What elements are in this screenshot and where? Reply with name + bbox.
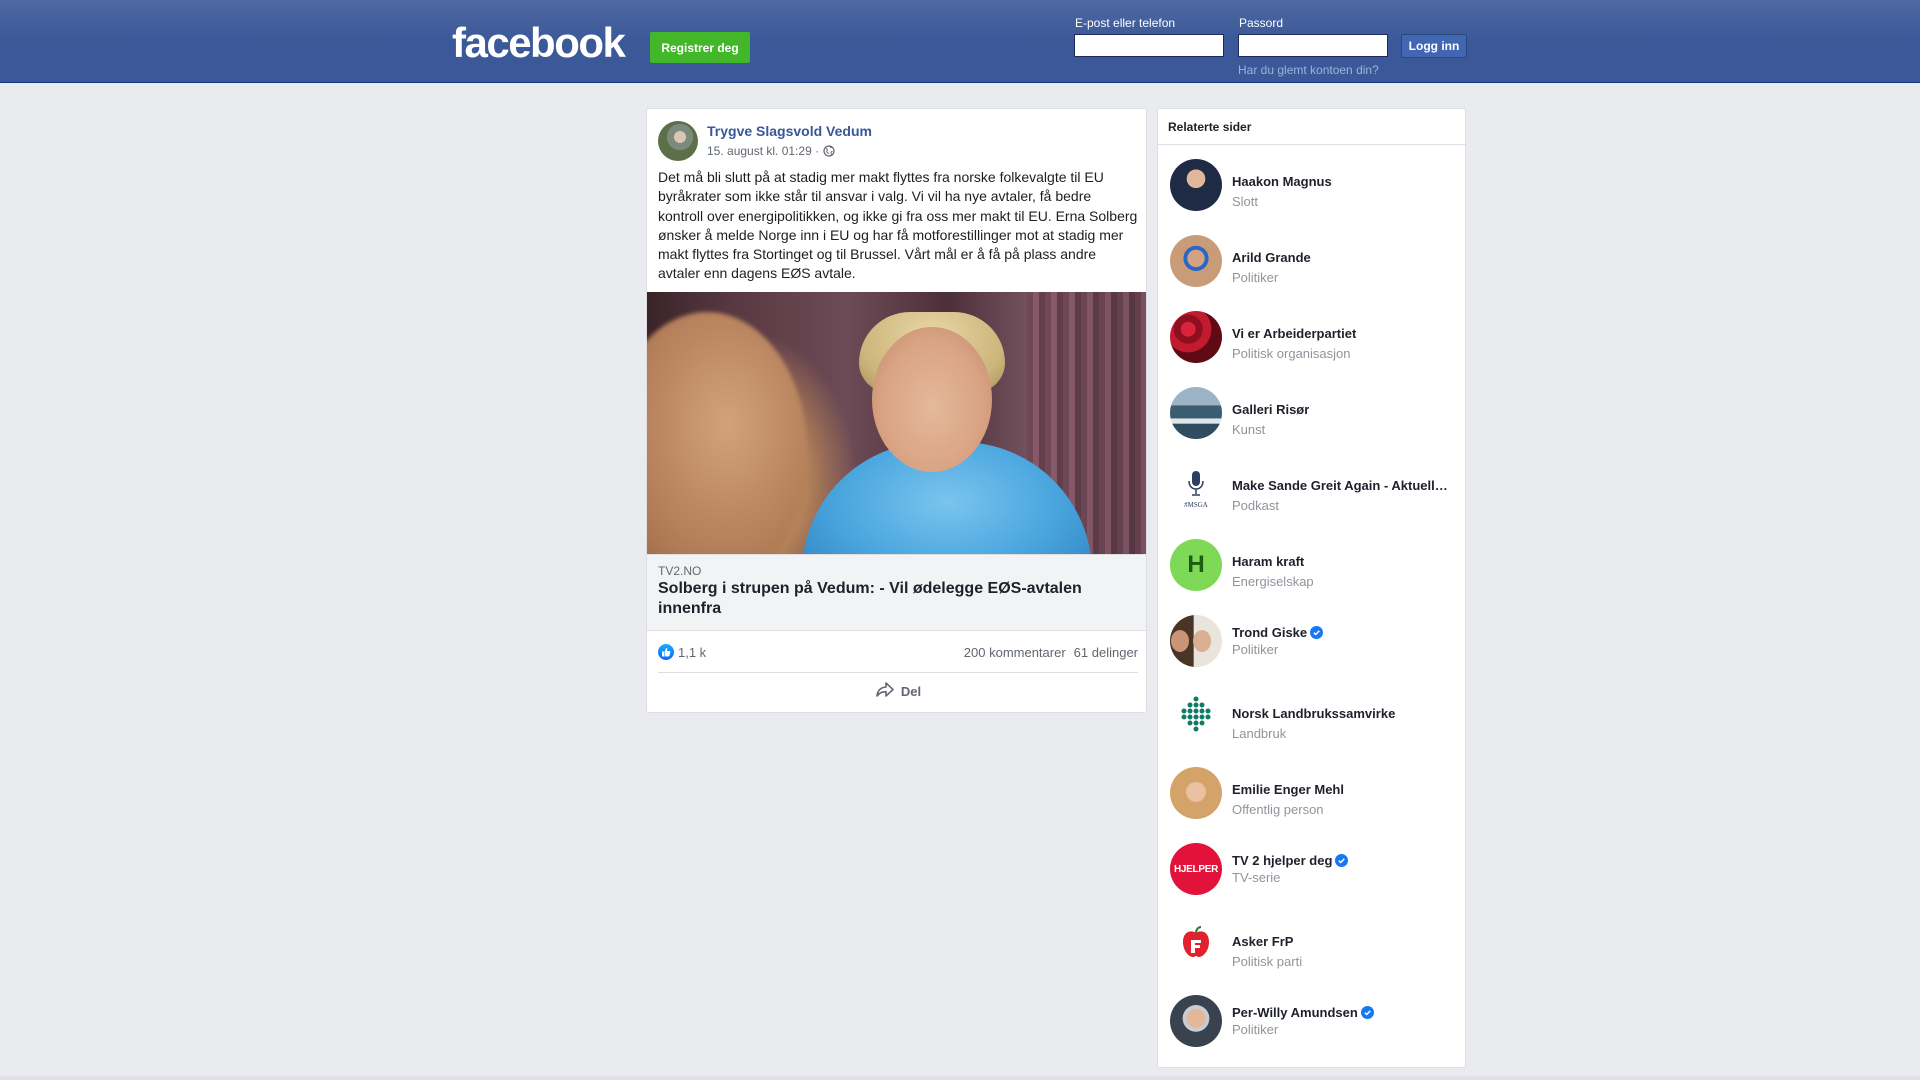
avatar: #MSGA <box>1170 463 1222 515</box>
related-category: Politisk parti <box>1232 954 1303 969</box>
top-bar: facebook Registrer deg E-post eller tele… <box>0 0 1920 83</box>
avatar <box>1170 235 1222 287</box>
avatar-text: HJELPER <box>1173 863 1219 875</box>
related-name: Per-Willy Amundsen <box>1232 1005 1374 1020</box>
bottom-bar <box>0 1076 1920 1080</box>
avatar: HJELPER <box>1170 843 1222 895</box>
avatar-text: #MSGA <box>1184 500 1208 509</box>
related-item-galleri-risor[interactable]: Galleri Risør Kunst <box>1158 375 1465 451</box>
related-category: Politiker <box>1232 270 1279 285</box>
related-pages-card: Relaterte sider Haakon Magnus Slott Aril… <box>1157 108 1466 1068</box>
email-input[interactable] <box>1074 34 1224 57</box>
related-pages-title: Relaterte sider <box>1158 109 1465 145</box>
related-category: Kunst <box>1232 422 1266 437</box>
post-timestamp[interactable]: 15. august kl. 01:29 · <box>707 144 819 158</box>
related-name: Vi er Arbeiderpartiet <box>1232 326 1357 341</box>
related-item-asker-frp[interactable]: Asker FrP Politisk parti <box>1158 907 1465 983</box>
related-item-norsk-landbrukssamvirke[interactable]: Norsk Landbrukssamvirke Landbruk <box>1158 679 1465 755</box>
avatar <box>1170 159 1222 211</box>
password-label: Passord <box>1239 16 1284 30</box>
related-name: Make Sande Greit Again - Aktuell… <box>1232 478 1448 493</box>
related-category: Politisk organisasjon <box>1232 346 1351 361</box>
avatar-letter: H <box>1187 551 1205 578</box>
microphone-icon <box>1186 470 1206 503</box>
related-category: Landbruk <box>1232 726 1287 741</box>
related-item-haakon-magnus[interactable]: Haakon Magnus Slott <box>1158 147 1465 223</box>
post-card: Trygve Slagsvold Vedum 15. august kl. 01… <box>646 108 1147 713</box>
related-category: Politiker <box>1232 1022 1279 1037</box>
post-link-image[interactable] <box>647 292 1146 554</box>
related-item-emilie-enger-mehl[interactable]: Emilie Enger Mehl Offentlig person <box>1158 755 1465 831</box>
related-name: Emilie Enger Mehl <box>1232 782 1344 797</box>
apple-logo-icon <box>1176 923 1216 968</box>
like-count[interactable]: 1,1 k <box>658 644 706 660</box>
register-button[interactable]: Registrer deg <box>650 32 750 63</box>
related-item-per-willy-amundsen[interactable]: Per-Willy Amundsen Politiker <box>1158 983 1465 1059</box>
related-category: Politiker <box>1232 642 1279 657</box>
avatar <box>1170 615 1222 667</box>
related-name: Arild Grande <box>1232 250 1311 265</box>
avatar <box>1170 691 1222 743</box>
share-label: Del <box>900 683 922 699</box>
divider <box>658 672 1138 673</box>
shares-count[interactable]: 61 delinger <box>1074 645 1138 660</box>
share-button[interactable]: Del <box>658 675 1138 707</box>
verified-badge-icon <box>1335 854 1349 867</box>
related-name: Trond Giske <box>1232 625 1324 640</box>
related-name: Haakon Magnus <box>1232 174 1332 189</box>
forgot-account-link[interactable]: Har du glemt kontoen din? <box>1238 63 1379 77</box>
author-name[interactable]: Trygve Slagsvold Vedum <box>707 123 872 139</box>
related-item-arild-grande[interactable]: Arild Grande Politiker <box>1158 223 1465 299</box>
facebook-logo[interactable]: facebook <box>452 22 626 64</box>
login-button[interactable]: Logg inn <box>1401 34 1467 58</box>
email-label: E-post eller telefon <box>1075 16 1176 30</box>
verified-badge-icon <box>1360 1006 1374 1019</box>
related-name: Norsk Landbrukssamvirke <box>1232 706 1396 721</box>
related-name: Galleri Risør <box>1232 402 1310 417</box>
like-icon <box>658 644 674 660</box>
link-preview[interactable]: TV2.NO Solberg i strupen på Vedum: - Vil… <box>647 554 1146 631</box>
verified-badge-icon <box>1310 626 1324 639</box>
avatar <box>1170 919 1222 971</box>
avatar <box>1170 995 1222 1047</box>
link-domain: TV2.NO <box>658 564 702 578</box>
foreground-head <box>647 312 807 554</box>
related-item-trond-giske[interactable]: Trond Giske Politiker <box>1158 603 1465 679</box>
comments-count[interactable]: 200 kommentarer <box>964 645 1066 660</box>
avatar: H <box>1170 539 1222 591</box>
share-icon <box>875 681 895 702</box>
related-category: Energiselskap <box>1232 574 1314 589</box>
person-face <box>872 327 992 472</box>
post-meta: 15. august kl. 01:29 · <box>707 144 835 158</box>
link-title[interactable]: Solberg i strupen på Vedum: - Vil ødeleg… <box>658 579 1128 619</box>
related-category: Slott <box>1232 194 1259 209</box>
related-category: Podkast <box>1232 498 1279 513</box>
author-avatar[interactable] <box>658 121 698 161</box>
reactions-bar: 1,1 k 200 kommentarer 61 delinger <box>658 641 1138 663</box>
related-name: Asker FrP <box>1232 934 1294 949</box>
related-item-arbeiderpartiet[interactable]: Vi er Arbeiderpartiet Politisk organisas… <box>1158 299 1465 375</box>
related-category: TV-serie <box>1232 870 1281 885</box>
related-name: TV 2 hjelper deg <box>1232 853 1349 868</box>
dots-logo-icon <box>1178 695 1214 740</box>
related-item-tv2-hjelper-deg[interactable]: HJELPER TV 2 hjelper deg TV-serie <box>1158 831 1465 907</box>
avatar <box>1170 387 1222 439</box>
password-input[interactable] <box>1238 34 1388 57</box>
avatar <box>1170 311 1222 363</box>
related-item-make-sande-greit-again[interactable]: #MSGA Make Sande Greit Again - Aktuell… … <box>1158 451 1465 527</box>
avatar <box>1170 767 1222 819</box>
related-name: Haram kraft <box>1232 554 1305 569</box>
post-text: Det må bli slutt på at stadig mer makt f… <box>658 169 1138 282</box>
related-item-haram-kraft[interactable]: H Haram kraft Energiselskap <box>1158 527 1465 603</box>
like-count-text: 1,1 k <box>678 644 707 660</box>
globe-icon <box>823 145 835 157</box>
related-category: Offentlig person <box>1232 802 1324 817</box>
